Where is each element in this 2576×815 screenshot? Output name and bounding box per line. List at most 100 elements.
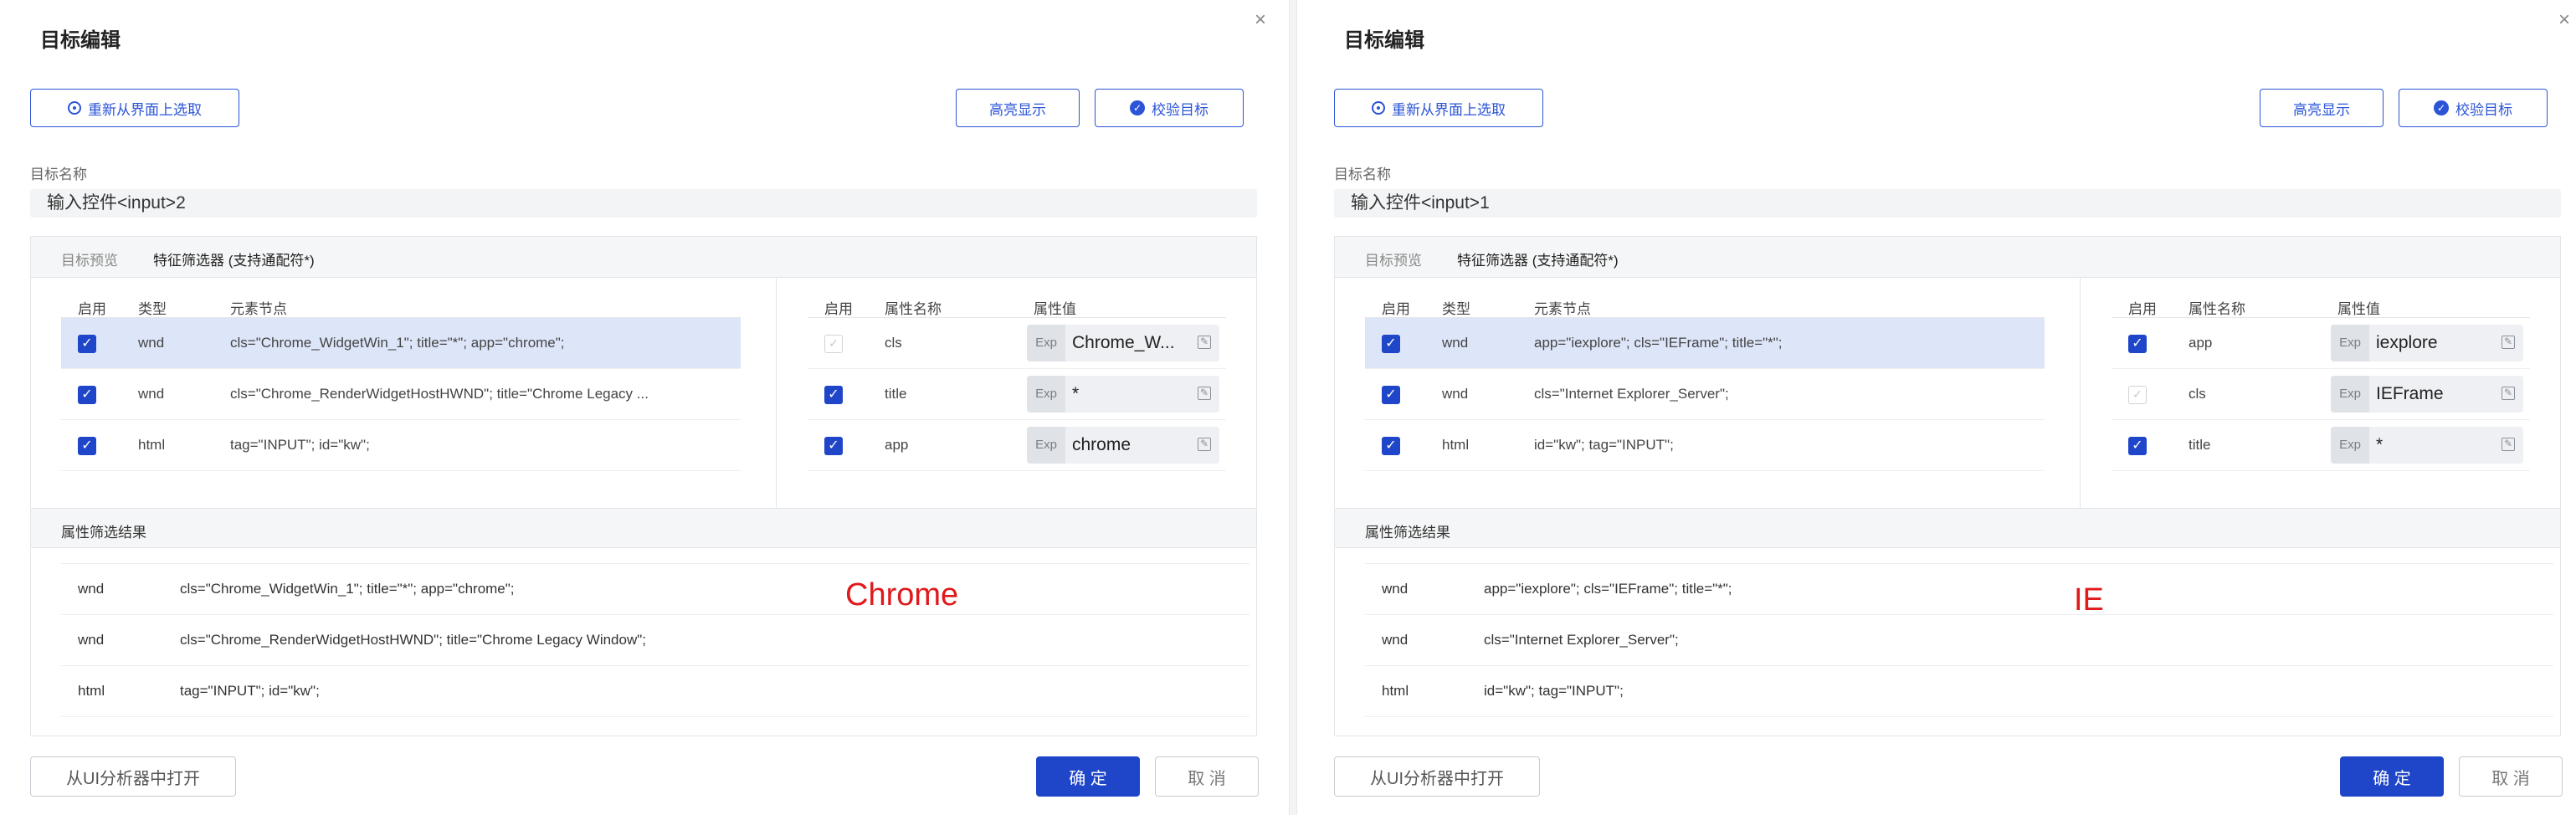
checkbox-checked-icon[interactable]: ✓	[824, 386, 843, 404]
close-icon[interactable]: ×	[2554, 10, 2574, 30]
tab-feature-filter[interactable]: 特征筛选器 (支持通配符*)	[1457, 249, 1619, 269]
cancel-button[interactable]: 取 消	[1155, 756, 1259, 797]
reselect-from-ui-button[interactable]: 重新从界面上选取	[1334, 89, 1543, 127]
table-row[interactable]: ✓ html tag="INPUT"; id="kw";	[61, 420, 741, 471]
attr-value-field[interactable]: Exp * ✎	[1027, 376, 1219, 413]
result-value: id="kw"; tag="INPUT";	[1484, 683, 1624, 699]
checkbox-checked-icon[interactable]: ✓	[78, 437, 96, 455]
table-header: 启用 类型 元素节点	[1365, 294, 2045, 318]
list-item: html id="kw"; tag="INPUT";	[1365, 666, 2553, 717]
verify-target-button[interactable]: ✓ 校验目标	[1095, 89, 1244, 127]
table-header: 启用 类型 元素节点	[61, 294, 741, 318]
list-item: html tag="INPUT"; id="kw";	[61, 666, 1250, 717]
table-separator	[2080, 277, 2081, 508]
uia-label: 从UI分析器中打开	[66, 769, 200, 788]
exp-toggle[interactable]: Exp	[2331, 325, 2369, 361]
node-value: tag="INPUT"; id="kw";	[230, 437, 370, 453]
results-title: 属性筛选结果	[61, 525, 146, 541]
highlight-label: 高亮显示	[2293, 101, 2350, 118]
result-type: html	[78, 683, 105, 699]
attr-value: IEFrame	[2376, 384, 2444, 403]
checkbox-checked-icon[interactable]: ✓	[824, 437, 843, 455]
element-node-table: 启用 类型 元素节点 ✓ wnd app="iexplore"; cls="IE…	[1365, 294, 2045, 471]
verify-label: 校验目标	[2455, 101, 2512, 118]
attr-value-field[interactable]: Exp * ✎	[2331, 427, 2523, 464]
reselect-from-ui-button[interactable]: 重新从界面上选取	[30, 89, 239, 127]
filter-panel: 目标预览 特征筛选器 (支持通配符*) 启用 类型 元素节点 ✓ wnd cls…	[30, 236, 1257, 736]
attr-value-field[interactable]: Exp chrome ✎	[1027, 427, 1219, 464]
tab-bar: 目标预览 特征筛选器 (支持通配符*)	[31, 237, 1256, 278]
edit-icon[interactable]: ✎	[2502, 438, 2515, 451]
table-row[interactable]: ✓ html id="kw"; tag="INPUT";	[1365, 420, 2045, 471]
results-header: 属性筛选结果	[1335, 508, 2560, 548]
table-row[interactable]: ✓ wnd cls="Chrome_RenderWidgetHostHWND";…	[61, 369, 741, 420]
result-value: cls="Chrome_WidgetWin_1"; title="*"; app…	[180, 581, 515, 597]
exp-toggle[interactable]: Exp	[1027, 376, 1065, 413]
list-item: wnd app="iexplore"; cls="IEFrame"; title…	[1365, 564, 2553, 615]
results-header: 属性筛选结果	[31, 508, 1256, 548]
exp-toggle[interactable]: Exp	[2331, 376, 2369, 413]
ok-button[interactable]: 确 定	[2340, 756, 2444, 797]
table-row: ✓ app Exp iexplore ✎	[2112, 318, 2530, 369]
checkbox-checked-icon[interactable]: ✓	[78, 386, 96, 404]
checkbox-checked-icon[interactable]: ✓	[2128, 335, 2147, 353]
table-header: 启用 属性名称 属性值	[2112, 294, 2530, 318]
list-item: wnd cls="Chrome_WidgetWin_1"; title="*";…	[61, 564, 1250, 615]
close-icon[interactable]: ×	[1250, 10, 1270, 30]
cancel-button[interactable]: 取 消	[2459, 756, 2563, 797]
checkbox-checked-icon[interactable]: ✓	[1382, 437, 1400, 455]
exp-toggle[interactable]: Exp	[2331, 427, 2369, 464]
table-row[interactable]: ✓ wnd cls="Chrome_WidgetWin_1"; title="*…	[61, 318, 741, 369]
open-in-ui-analyzer-button[interactable]: 从UI分析器中打开	[1334, 756, 1540, 797]
checkbox-checked-icon[interactable]: ✓	[1382, 386, 1400, 404]
target-name-input[interactable]: 输入控件<input>1	[1334, 189, 2561, 218]
table-row[interactable]: ✓ wnd cls="Internet Explorer_Server";	[1365, 369, 2045, 420]
result-value: app="iexplore"; cls="IEFrame"; title="*"…	[1484, 581, 1732, 597]
column-element-node: 元素节点	[1534, 301, 1591, 317]
node-type: wnd	[1442, 335, 1469, 351]
column-enable: 启用	[2128, 301, 2157, 317]
attr-value: Chrome_W...	[1072, 333, 1175, 352]
target-name-label: 目标名称	[30, 167, 87, 182]
node-type: wnd	[138, 335, 165, 351]
column-enable: 启用	[1382, 301, 1410, 317]
tab-target-preview[interactable]: 目标预览	[1365, 249, 1422, 269]
tab-feature-filter[interactable]: 特征筛选器 (支持通配符*)	[153, 249, 315, 269]
edit-icon[interactable]: ✎	[2502, 336, 2515, 349]
exp-toggle[interactable]: Exp	[1027, 325, 1065, 361]
attr-name: app	[2189, 335, 2213, 351]
target-name-label: 目标名称	[1334, 167, 1391, 182]
open-in-ui-analyzer-button[interactable]: 从UI分析器中打开	[30, 756, 236, 797]
target-name-input[interactable]: 输入控件<input>2	[30, 189, 1257, 218]
attr-value: iexplore	[2376, 333, 2438, 352]
checkbox-checked-icon[interactable]: ✓	[2128, 437, 2147, 455]
result-value: cls="Chrome_RenderWidgetHostHWND"; title…	[180, 632, 646, 648]
edit-icon[interactable]: ✎	[1198, 336, 1211, 349]
edit-icon[interactable]: ✎	[1198, 438, 1211, 451]
node-value: cls="Chrome_RenderWidgetHostHWND"; title…	[230, 386, 649, 402]
crosshair-icon	[1372, 101, 1385, 115]
column-enable: 启用	[824, 301, 853, 317]
tab-target-preview[interactable]: 目标预览	[61, 249, 118, 269]
column-type: 类型	[138, 301, 167, 317]
table-row[interactable]: ✓ wnd app="iexplore"; cls="IEFrame"; tit…	[1365, 318, 2045, 369]
verify-target-button[interactable]: ✓ 校验目标	[2399, 89, 2548, 127]
checkbox-checked-icon[interactable]: ✓	[78, 335, 96, 353]
checkbox-checked-icon[interactable]: ✓	[1382, 335, 1400, 353]
cancel-label: 取 消	[1188, 769, 1226, 788]
attr-value-field[interactable]: Exp IEFrame ✎	[2331, 376, 2523, 413]
table-row: ✓ cls Exp Chrome_W... ✎	[808, 318, 1226, 369]
exp-toggle[interactable]: Exp	[1027, 427, 1065, 464]
check-circle-icon: ✓	[2434, 100, 2449, 115]
highlight-button[interactable]: 高亮显示	[956, 89, 1080, 127]
highlight-button[interactable]: 高亮显示	[2260, 89, 2384, 127]
edit-icon[interactable]: ✎	[1198, 387, 1211, 400]
attr-value-field[interactable]: Exp iexplore ✎	[2331, 325, 2523, 361]
attr-name: title	[2189, 437, 2211, 453]
results-list: wnd app="iexplore"; cls="IEFrame"; title…	[1365, 563, 2553, 717]
result-type: wnd	[78, 581, 105, 597]
ok-button[interactable]: 确 定	[1036, 756, 1140, 797]
cancel-label: 取 消	[2491, 769, 2530, 788]
edit-icon[interactable]: ✎	[2502, 387, 2515, 400]
attr-value-field[interactable]: Exp Chrome_W... ✎	[1027, 325, 1219, 361]
